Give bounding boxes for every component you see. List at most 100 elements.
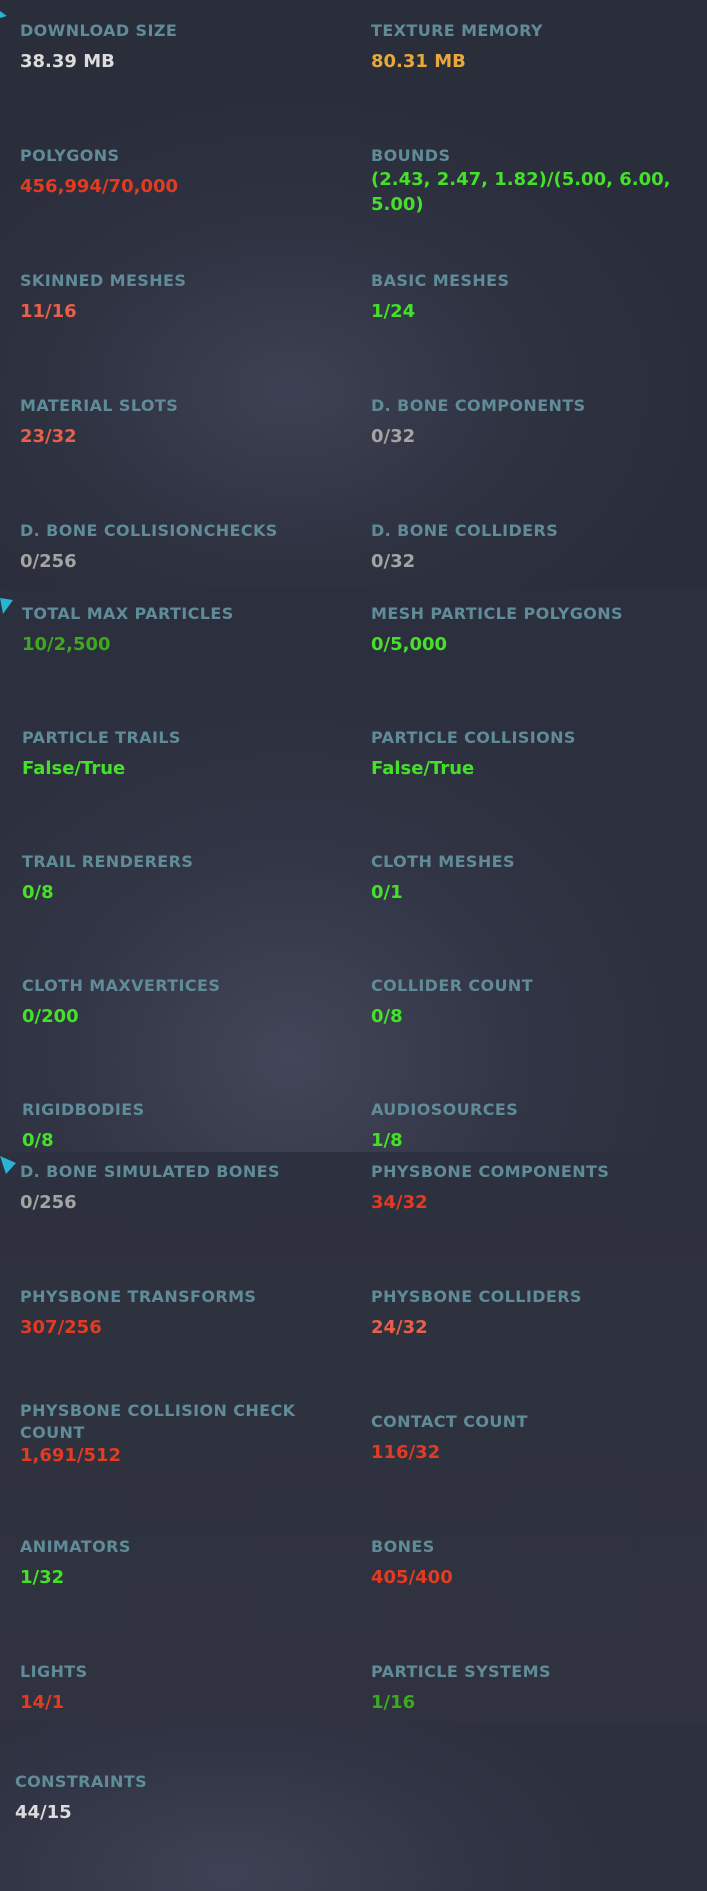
stat-label: COLLIDER COUNT xyxy=(371,976,534,995)
stat-label: PARTICLE COLLISIONS xyxy=(371,728,576,747)
stat-polygons: POLYGONS 456,994/70,000 xyxy=(20,145,340,199)
stat-d-bone-collisionchecks: D. BONE COLLISIONCHECKS 0/256 xyxy=(20,520,340,574)
stat-label: CONSTRAINTS xyxy=(15,1772,148,1791)
stat-physbone-colliders: PHYSBONE COLLIDERS 24/32 xyxy=(371,1286,691,1340)
stat-bones: BONES 405/400 xyxy=(371,1536,691,1590)
stat-bounds: BOUNDS (2.43, 2.47, 1.82)/(5.00, 6.00, 5… xyxy=(371,145,691,217)
stat-value: 1/24 xyxy=(371,301,416,322)
stat-label: SKINNED MESHES xyxy=(20,271,187,290)
section-marker-icon xyxy=(0,598,13,614)
stat-trail-renderers: TRAIL RENDERERS 0/8 xyxy=(22,851,342,905)
stat-value: 0/256 xyxy=(20,1192,77,1213)
stat-label: D. BONE COLLISIONCHECKS xyxy=(20,521,278,540)
stat-physbone-collision-check-count: PHYSBONE COLLISION CHECK COUNT 1,691/512 xyxy=(20,1400,320,1468)
stat-rigidbodies: RIGIDBODIES 0/8 xyxy=(22,1099,342,1152)
stat-label: BASIC MESHES xyxy=(371,271,510,290)
stat-d-bone-simulated-bones: D. BONE SIMULATED BONES 0/256 xyxy=(20,1161,340,1215)
stat-value: 0/32 xyxy=(371,426,416,447)
stat-label: TEXTURE MEMORY xyxy=(371,21,543,40)
stat-particle-trails: PARTICLE TRAILS False/True xyxy=(22,727,342,781)
stat-label: TOTAL MAX PARTICLES xyxy=(22,604,234,623)
stat-value: 14/1 xyxy=(20,1692,65,1713)
stat-value: 116/32 xyxy=(371,1442,441,1463)
stat-label: CLOTH MESHES xyxy=(371,852,515,871)
stat-mesh-particle-polygons: MESH PARTICLE POLYGONS 0/5,000 xyxy=(371,603,691,657)
stat-value: False/True xyxy=(371,758,475,779)
stat-material-slots: MATERIAL SLOTS 23/32 xyxy=(20,395,340,449)
stat-value: 0/8 xyxy=(22,882,54,903)
stat-label: PHYSBONE COLLISION CHECK COUNT xyxy=(20,1401,296,1442)
stat-d-bone-colliders: D. BONE COLLIDERS 0/32 xyxy=(371,520,691,574)
stat-label: LIGHTS xyxy=(20,1662,88,1681)
stat-value: 0/200 xyxy=(22,1006,79,1027)
stat-value: 34/32 xyxy=(371,1192,428,1213)
stat-value: 456,994/70,000 xyxy=(20,176,179,197)
stat-label: PHYSBONE COLLIDERS xyxy=(371,1287,582,1306)
stat-label: MATERIAL SLOTS xyxy=(20,396,179,415)
stat-value: 10/2,500 xyxy=(22,634,111,655)
stat-audiosources: AUDIOSOURCES 1/8 xyxy=(371,1099,691,1152)
stat-value: 24/32 xyxy=(371,1317,428,1338)
stat-contact-count: CONTACT COUNT 116/32 xyxy=(371,1411,691,1465)
stat-value: 11/16 xyxy=(20,301,77,322)
particle-stats-section: TOTAL MAX PARTICLES 10/2,500 MESH PARTIC… xyxy=(0,588,707,1152)
stat-value: (2.43, 2.47, 1.82)/(5.00, 6.00, 5.00) xyxy=(371,169,671,215)
constraints-stats-section: CONSTRAINTS 44/15 xyxy=(0,1724,707,1891)
stat-label: ANIMATORS xyxy=(20,1537,131,1556)
stat-label: RIGIDBODIES xyxy=(22,1100,145,1119)
stat-value: 1/16 xyxy=(371,1692,416,1713)
stat-physbone-transforms: PHYSBONE TRANSFORMS 307/256 xyxy=(20,1286,340,1340)
stat-value: 0/1 xyxy=(371,882,403,903)
stat-label: D. BONE COLLIDERS xyxy=(371,521,559,540)
stat-value: False/True xyxy=(22,758,126,779)
stat-value: 0/8 xyxy=(22,1130,54,1151)
stat-animators: ANIMATORS 1/32 xyxy=(20,1536,340,1590)
stat-value: 1/32 xyxy=(20,1567,65,1588)
stat-label: D. BONE COMPONENTS xyxy=(371,396,586,415)
stat-value: 0/5,000 xyxy=(371,634,448,655)
stat-label: DOWNLOAD SIZE xyxy=(20,21,178,40)
stat-texture-memory: TEXTURE MEMORY 80.31 MB xyxy=(371,20,691,74)
stat-value: 38.39 MB xyxy=(20,51,115,72)
stat-constraints: CONSTRAINTS 44/15 xyxy=(15,1771,335,1825)
stat-label: PARTICLE SYSTEMS xyxy=(371,1662,551,1681)
section-marker-icon xyxy=(0,11,7,18)
physbone-stats-section: D. BONE SIMULATED BONES 0/256 PHYSBONE C… xyxy=(0,1152,707,1724)
stat-lights: LIGHTS 14/1 xyxy=(20,1661,340,1715)
stat-label: PHYSBONE TRANSFORMS xyxy=(20,1287,257,1306)
stat-cloth-meshes: CLOTH MESHES 0/1 xyxy=(371,851,691,905)
stat-value: 307/256 xyxy=(20,1317,102,1338)
stat-d-bone-components: D. BONE COMPONENTS 0/32 xyxy=(371,395,691,449)
stat-label: CONTACT COUNT xyxy=(371,1412,528,1431)
stat-label: CLOTH MAXVERTICES xyxy=(22,976,221,995)
stat-label: PARTICLE TRAILS xyxy=(22,728,181,747)
stat-skinned-meshes: SKINNED MESHES 11/16 xyxy=(20,270,340,324)
stat-label: MESH PARTICLE POLYGONS xyxy=(371,604,623,623)
stat-label: POLYGONS xyxy=(20,146,120,165)
stat-label: AUDIOSOURCES xyxy=(371,1100,519,1119)
stat-label: PHYSBONE COMPONENTS xyxy=(371,1162,610,1181)
avatar-stats-section: DOWNLOAD SIZE 38.39 MB TEXTURE MEMORY 80… xyxy=(0,0,707,588)
stat-value: 0/32 xyxy=(371,551,416,572)
stat-cloth-maxvertices: CLOTH MAXVERTICES 0/200 xyxy=(22,975,342,1029)
stat-basic-meshes: BASIC MESHES 1/24 xyxy=(371,270,691,324)
stat-physbone-components: PHYSBONE COMPONENTS 34/32 xyxy=(371,1161,691,1215)
stat-particle-collisions: PARTICLE COLLISIONS False/True xyxy=(371,727,691,781)
stat-value: 44/15 xyxy=(15,1802,72,1823)
stat-value: 405/400 xyxy=(371,1567,453,1588)
stat-particle-systems: PARTICLE SYSTEMS 1/16 xyxy=(371,1661,691,1715)
stat-label: BONES xyxy=(371,1537,435,1556)
stat-label: D. BONE SIMULATED BONES xyxy=(20,1162,280,1181)
stat-collider-count: COLLIDER COUNT 0/8 xyxy=(371,975,691,1029)
stat-value: 1,691/512 xyxy=(20,1445,122,1466)
stat-label: BOUNDS xyxy=(371,146,451,165)
stat-value: 23/32 xyxy=(20,426,77,447)
stat-value: 0/8 xyxy=(371,1006,403,1027)
stat-total-max-particles: TOTAL MAX PARTICLES 10/2,500 xyxy=(22,603,342,657)
stat-value: 0/256 xyxy=(20,551,77,572)
stat-value: 1/8 xyxy=(371,1130,403,1151)
section-marker-icon xyxy=(0,1156,16,1174)
stat-download-size: DOWNLOAD SIZE 38.39 MB xyxy=(20,20,340,74)
stat-label: TRAIL RENDERERS xyxy=(22,852,194,871)
stat-value: 80.31 MB xyxy=(371,51,466,72)
